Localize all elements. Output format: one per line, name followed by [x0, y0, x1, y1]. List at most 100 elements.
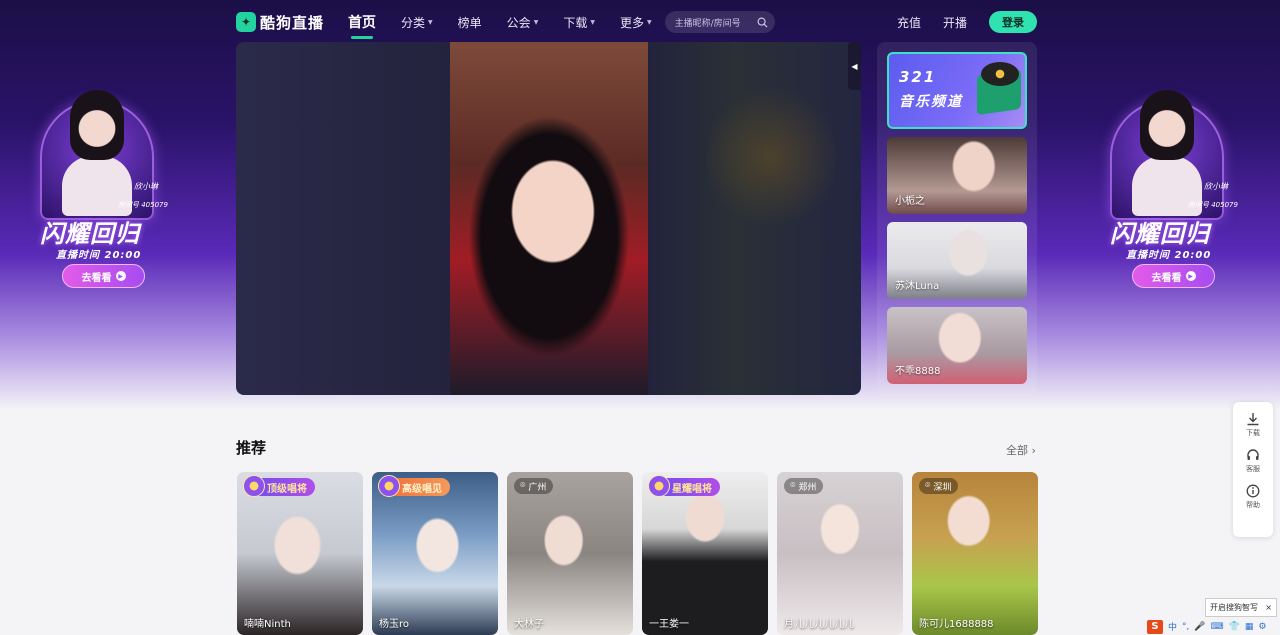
help-tool-label: 帮助	[1246, 501, 1260, 509]
collapse-rail-button[interactable]: ◀	[848, 42, 861, 90]
promo-cta-label: 去看看	[1151, 272, 1182, 284]
music-channel-card[interactable]: 321 音乐频道	[887, 52, 1027, 129]
rail-streamer-card[interactable]: 小栀之	[887, 137, 1027, 214]
streamer-name: 杨玉ro	[379, 619, 410, 630]
location-tag: ⌾ 深圳	[919, 478, 959, 494]
service-tool[interactable]: 客服	[1246, 448, 1260, 474]
rank-badge: 顶级唱将	[243, 475, 315, 497]
promo-headline: 闪耀回归	[1110, 220, 1210, 248]
headset-icon	[1247, 449, 1259, 460]
streamer-name: 大林子	[514, 619, 544, 630]
streamer-card[interactable]: 顶级唱将 喃喃Ninth	[237, 472, 363, 635]
ime-toolbar[interactable]: S 中 °, 🎤 ⌨ 👕 ▦ ⚙	[1145, 618, 1280, 635]
streamer-card[interactable]: 高级唱见 杨玉ro	[372, 472, 498, 635]
search-placeholder: 主播昵称/房间号	[674, 18, 741, 29]
recommend-grid: 顶级唱将 喃喃Ninth 高级唱见 杨玉ro ⌾ 广州 大林子 星耀唱将 一王娄一…	[237, 472, 1038, 635]
download-tool[interactable]: 下载	[1246, 412, 1260, 438]
streamer-card[interactable]: ⌾ 深圳 陈可儿1688888	[912, 472, 1038, 635]
promo-banner-right[interactable]: 欣小琳 房间号 405079 闪耀回归 直播时间 20:00 去看看 ▶	[1092, 80, 1242, 300]
rail-streamer-name: 不乖8888	[895, 366, 941, 377]
nav-item-category[interactable]: 分类 ▼	[401, 14, 433, 31]
player-blur-glow	[706, 82, 836, 232]
ime-mode[interactable]: 中	[1168, 620, 1177, 633]
logo[interactable]: ✦ 酷狗直播	[236, 12, 324, 33]
ime-tip-label: 开启搜狗智写	[1210, 603, 1258, 612]
live-stream-video[interactable]	[450, 42, 648, 395]
location-tag: ⌾ 广州	[514, 478, 554, 494]
streamer-name: 月儿儿儿儿儿儿	[784, 619, 854, 630]
promo-time: 直播时间 20:00	[1126, 250, 1212, 261]
nav-label: 公会	[506, 15, 531, 30]
nav-label: 榜单	[457, 15, 482, 30]
nav-label: 更多	[619, 15, 644, 30]
logo-icon: ✦	[236, 12, 256, 32]
nav-item-download[interactable]: 下载 ▼	[563, 14, 595, 31]
streamer-card[interactable]: ⌾ 郑州 月儿儿儿儿儿儿	[777, 472, 903, 635]
music-channel-number: 321	[899, 68, 937, 86]
caret-down-icon: ▼	[428, 18, 433, 26]
promo-name: 欣小琳	[134, 182, 158, 191]
crest-icon	[648, 475, 670, 497]
streamer-card[interactable]: ⌾ 广州 大林子	[507, 472, 633, 635]
rail-streamer-name: 小栀之	[895, 196, 925, 207]
promo-cta-button[interactable]: 去看看 ▶	[62, 264, 145, 288]
caret-down-icon: ▼	[590, 18, 595, 26]
download-icon	[1247, 413, 1259, 426]
info-icon	[1246, 484, 1260, 498]
login-button[interactable]: 登录	[989, 11, 1037, 33]
logo-text: 酷狗直播	[260, 13, 325, 32]
location-pin-icon: ⌾	[520, 481, 526, 491]
search-input[interactable]: 主播昵称/房间号	[664, 11, 775, 33]
nav-label: 下载	[563, 15, 588, 30]
see-all-link[interactable]: 全部 ›	[1006, 442, 1036, 458]
rail-streamer-card[interactable]: 不乖8888	[887, 307, 1027, 384]
live-player[interactable]	[236, 42, 861, 395]
microphone-icon[interactable]: 🎤	[1194, 622, 1205, 632]
nav-item-rankings[interactable]: 榜单	[458, 14, 482, 31]
recommend-rail: 321 音乐频道 小栀之 苏沐Luna 不乖8888	[877, 42, 1037, 395]
punctuation-icon[interactable]: °,	[1182, 622, 1189, 632]
badge-label: 星耀唱将	[672, 483, 712, 495]
play-icon: ▶	[115, 271, 126, 281]
nav-item-guild[interactable]: 公会 ▼	[507, 14, 539, 31]
caret-down-icon: ▼	[646, 18, 652, 26]
recharge-link[interactable]: 充值	[897, 14, 921, 31]
streamer-name: 一王娄一	[649, 619, 689, 630]
close-icon[interactable]: ×	[1265, 603, 1272, 612]
nav-label: 首页	[348, 15, 377, 31]
keyboard-icon[interactable]: ⌨	[1211, 622, 1224, 632]
nav-item-more[interactable]: 更多 ▼	[620, 14, 652, 31]
download-tool-label: 下载	[1246, 429, 1260, 437]
search-icon[interactable]	[757, 17, 768, 28]
rank-badge: 星耀唱将	[648, 475, 720, 497]
chevron-right-icon: ›	[1031, 444, 1036, 457]
location-pin-icon: ⌾	[790, 481, 796, 491]
help-tool[interactable]: 帮助	[1246, 484, 1260, 510]
nav-right: 充值 开播 登录	[897, 11, 1037, 33]
settings-icon[interactable]: ⚙	[1258, 622, 1266, 632]
start-live-link[interactable]: 开播	[943, 14, 967, 31]
toolbox-icon[interactable]: ▦	[1245, 622, 1254, 632]
floating-toolbar: 下载 客服 帮助	[1233, 402, 1273, 537]
promo-time: 直播时间 20:00	[56, 250, 142, 261]
streamer-name: 喃喃Ninth	[244, 619, 291, 630]
promo-cta-label: 去看看	[81, 272, 112, 284]
promo-room: 房间号 405079	[118, 201, 168, 209]
rail-streamer-name: 苏沐Luna	[895, 281, 940, 292]
location-label: 广州	[528, 482, 547, 493]
promo-name: 欣小琳	[1204, 182, 1228, 191]
promo-room: 房间号 405079	[1188, 201, 1238, 209]
see-all-label: 全部	[1006, 444, 1028, 457]
promo-cta-button[interactable]: 去看看 ▶	[1132, 264, 1215, 288]
promo-banner-left[interactable]: 欣小琳 房间号 405079 闪耀回归 直播时间 20:00 去看看 ▶	[22, 80, 172, 300]
ime-tip[interactable]: 开启搜狗智写 ×	[1205, 598, 1277, 617]
nav-item-home[interactable]: 首页	[348, 12, 377, 39]
crest-icon	[378, 475, 400, 497]
record-disc-icon	[981, 62, 1019, 86]
section-title-recommend: 推荐	[236, 439, 267, 457]
music-channel-title: 音乐频道	[899, 94, 963, 110]
rail-streamer-card[interactable]: 苏沐Luna	[887, 222, 1027, 299]
nav-label: 分类	[401, 15, 426, 30]
skin-icon[interactable]: 👕	[1229, 622, 1240, 632]
streamer-card[interactable]: 星耀唱将 一王娄一	[642, 472, 768, 635]
